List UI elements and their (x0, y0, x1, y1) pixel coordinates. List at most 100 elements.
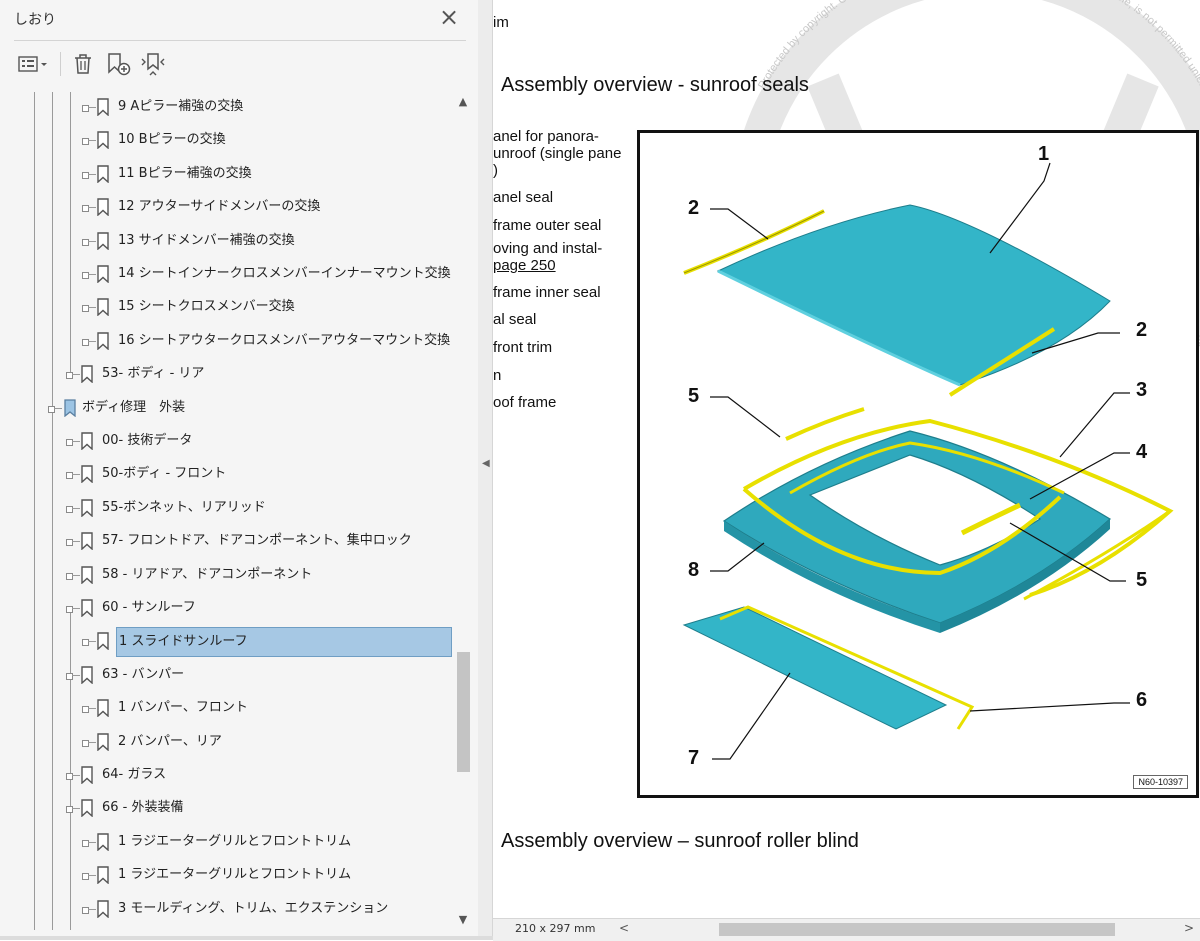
callout-3: 3 (1136, 379, 1148, 401)
list-options-icon (18, 56, 47, 72)
bookmark-icon (80, 465, 94, 487)
bookmark-icon (96, 165, 110, 187)
figure-id-label: N60-10397 (1133, 775, 1188, 789)
list-line: anel for panora- (493, 128, 599, 145)
tree-connector (72, 674, 80, 676)
horizontal-scroll-thumb[interactable] (719, 923, 1115, 936)
callout-8: 8 (688, 559, 700, 581)
bookmark-item[interactable]: 55-ボンネット、リアリッド (14, 496, 454, 520)
bookmark-label: 9 Aピラー補強の交換 (118, 99, 244, 114)
scroll-thumb[interactable] (457, 652, 470, 772)
bookmark-item[interactable]: 64- ガラス (14, 763, 454, 787)
status-bar: 210 x 297 mm < > (493, 918, 1200, 941)
add-bookmark-icon (108, 53, 131, 76)
bookmark-item[interactable]: 60 - サンルーフ (14, 596, 454, 620)
bookmark-icon (80, 666, 94, 688)
bookmark-label: 15 シートクロスメンバー交換 (118, 299, 295, 315)
bookmark-item[interactable]: 3 モールディング、トリム、エクステンション (14, 897, 454, 921)
tree-connector (72, 574, 80, 576)
bookmark-item[interactable]: 1 ラジエーターグリルとフロントトリム (14, 830, 454, 854)
expand-bookmark-button[interactable] (138, 50, 168, 78)
bookmark-label: 3 モールディング、トリム、エクステンション (118, 900, 389, 916)
bookmark-item[interactable]: 9 Aピラー補強の交換 (14, 95, 454, 119)
bookmark-item[interactable]: 57- フロントドア、ドアコンポーネント、集中ロック (14, 529, 454, 553)
bookmark-icon (96, 198, 110, 220)
scroll-down-button[interactable]: ▼ (457, 914, 469, 926)
bookmark-item[interactable]: 50-ボディ - フロント (14, 462, 454, 486)
bookmark-icon (80, 799, 94, 821)
bookmark-icon (80, 599, 94, 621)
tree-connector (88, 207, 96, 209)
bookmark-item[interactable]: ボディ修理 外装 (14, 396, 454, 420)
tree-connector (88, 140, 96, 142)
bookmark-label: 66 - 外装装備 (102, 800, 184, 816)
panel-splitter[interactable]: ◀ (478, 0, 493, 940)
bookmark-tree: 9 Aピラー補強の交換 10 Bピラーの交換 11 Bピラー補強の交換 12 アウター… (14, 92, 454, 930)
bookmark-icon (96, 265, 110, 287)
bookmark-icon (96, 231, 110, 254)
bookmark-icon (96, 98, 110, 120)
scroll-up-button[interactable]: ▲ (457, 96, 469, 108)
callout-6: 6 (1136, 689, 1148, 711)
bookmark-item[interactable]: 00- 技術データ (14, 429, 454, 453)
bookmark-label: 57- フロントドア、ドアコンポーネント、集中ロック (102, 533, 412, 549)
bookmark-icon (96, 699, 110, 721)
page-link[interactable]: page 250 (493, 257, 556, 274)
bookmark-item[interactable]: 12 アウターサイドメンバーの交換 (14, 195, 454, 219)
doc-top-text: im (493, 14, 509, 31)
bookmark-item[interactable]: 1 スライドサンルーフ (14, 627, 454, 658)
toolbar-divider (60, 52, 61, 76)
bookmark-item[interactable]: 10 Bピラーの交換 (14, 128, 454, 152)
bookmark-item[interactable]: 14 シートインナークロスメンバーインナーマウント交換 (14, 262, 454, 286)
bookmark-item[interactable]: 15 シートクロスメンバー交換 (14, 295, 454, 319)
heading-sunroof-seals: Assembly overview - sunroof seals (501, 74, 809, 96)
tree-connector (88, 641, 96, 643)
callout-2: 2 (1136, 319, 1148, 341)
bookmark-label: 16 シートアウタークロスメンバーアウターマウント交換 (118, 332, 451, 348)
options-menu-button[interactable] (16, 50, 50, 78)
bookmark-item[interactable]: 16 シートアウタークロスメンバーアウターマウント交換 (14, 329, 454, 353)
seal-part-5a (785, 407, 865, 441)
exploded-view-figure: 1 2 2 5 3 4 8 5 6 7 N60-10397 (637, 130, 1199, 798)
tree-connector (88, 107, 96, 108)
bookmark-label: 1 ラジエーターグリルとフロントトリム (118, 867, 352, 883)
bookmark-expand-icon (141, 53, 165, 76)
page-size-readout: 210 x 297 mm (515, 922, 596, 935)
tree-connector (72, 441, 80, 442)
close-panel-button[interactable]: × (438, 5, 460, 29)
bookmark-item[interactable]: 1 バンパー、フロント (14, 696, 454, 720)
bookmark-label: 1 バンパー、フロント (118, 700, 248, 716)
new-bookmark-button[interactable] (104, 50, 134, 78)
bookmark-label: 58 - リアドア、ドアコンポーネント (102, 566, 313, 582)
bookmark-item[interactable]: 1 ラジエーターグリルとフロントトリム (14, 863, 454, 887)
heading-roller-blind: Assembly overview – sunroof roller blind (501, 830, 859, 852)
bookmark-item[interactable]: 63 - バンパー (14, 663, 454, 687)
bookmark-item[interactable]: 11 Bピラー補強の交換 (14, 162, 454, 186)
delete-bookmark-button[interactable] (70, 50, 96, 78)
bookmark-label: 14 シートインナークロスメンバーインナーマウント交換 (118, 266, 451, 281)
bookmark-item[interactable]: 66 - 外装装備 (14, 796, 454, 820)
list-line: al seal (493, 311, 537, 328)
bookmark-item[interactable]: 13 サイドメンバー補強の交換 (14, 229, 454, 253)
bookmark-scrollbar[interactable]: ▲ ▼ (455, 92, 472, 930)
tree-connector (88, 240, 96, 242)
callout-1: 1 (1038, 143, 1050, 165)
bookmark-label: ボディ修理 外装 (82, 399, 186, 415)
list-line: front trim (493, 339, 553, 356)
bookmark-label: 00- 技術データ (102, 433, 193, 448)
list-line: oof frame (493, 394, 557, 411)
bookmark-item[interactable]: 53- ボディ - リア (14, 362, 454, 386)
bookmark-icon (80, 532, 94, 554)
tree-connector (88, 841, 96, 843)
bookmark-icon (80, 365, 94, 387)
bookmark-item[interactable]: 58 - リアドア、ドアコンポーネント (14, 563, 454, 587)
collapse-arrow-icon[interactable]: ◀ (482, 458, 490, 469)
tree-connector (72, 507, 80, 509)
bookmark-icon (96, 732, 110, 755)
callout-5: 5 (688, 385, 700, 407)
scroll-left-button[interactable]: < (619, 921, 629, 935)
tree-connector (72, 775, 80, 776)
bookmark-item[interactable]: 2 バンパー、リア (14, 730, 454, 754)
scroll-right-button[interactable]: > (1184, 921, 1194, 935)
panel-divider (14, 40, 466, 41)
